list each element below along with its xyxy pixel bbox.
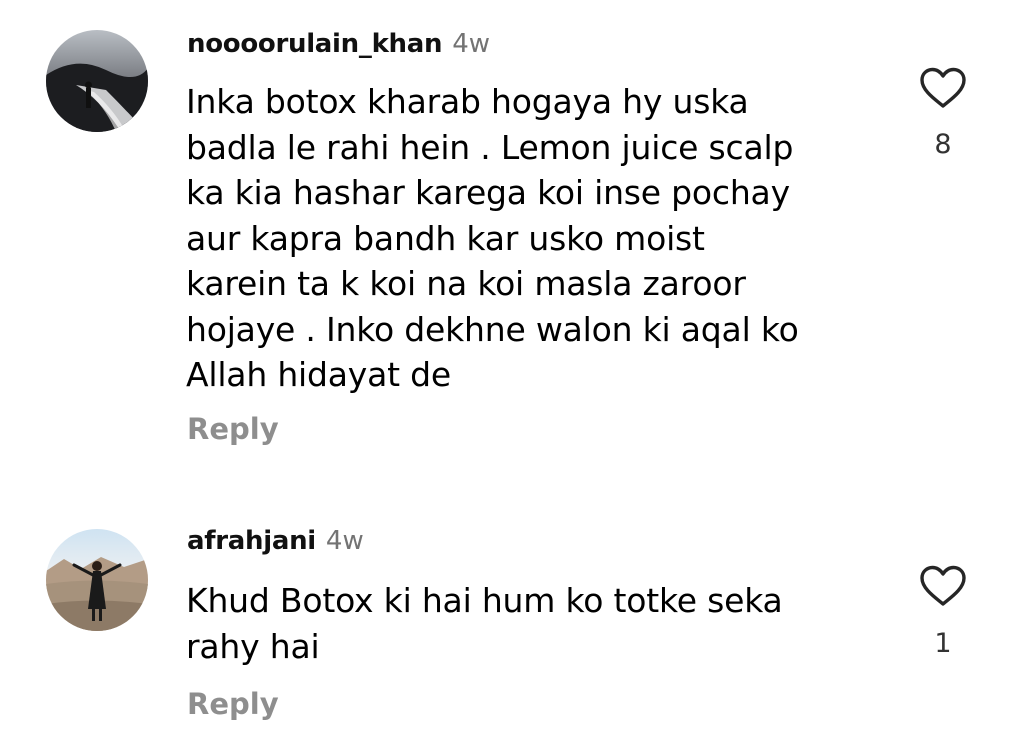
username[interactable]: noooorulain_khan	[187, 29, 443, 59]
reply-button[interactable]: Reply	[187, 686, 279, 722]
comment-item: noooorulain_khan 4w Inka botox kharab hog…	[0, 0, 1024, 480]
comment-line: ka kia hashar karega koi inse pochay	[186, 173, 790, 212]
like-button[interactable]	[918, 564, 968, 608]
timestamp: 4w	[325, 526, 364, 556]
comment-text: Inka botox kharab hogaya hy uska badla l…	[186, 79, 876, 398]
avatar-image	[46, 529, 148, 631]
comment-text: Khud Botox ki hai hum ko totke seka rahy…	[186, 578, 876, 669]
heart-outline-icon	[920, 67, 966, 108]
comment-line: aur kapra bandh kar usko moist	[186, 218, 705, 258]
like-count: 1	[934, 628, 952, 659]
comment-line: Khud Botox ki hai hum ko totke seka	[186, 581, 783, 620]
username[interactable]: afrahjani	[187, 526, 316, 556]
comment-line: badla le rahi hein . Lemon juice scalp	[186, 127, 794, 167]
like-count: 8	[934, 129, 952, 160]
comment-line: Inka botox kharab hogaya hy uska	[186, 82, 749, 121]
avatar-image	[46, 30, 148, 132]
comment-meta: afrahjani 4w	[187, 523, 364, 559]
like-button[interactable]	[918, 66, 968, 110]
reply-button[interactable]: Reply	[187, 411, 279, 447]
timestamp: 4w	[452, 29, 491, 59]
comment-line: hojaye . Inko dekhne walon ki aqal ko	[186, 309, 799, 349]
avatar[interactable]	[46, 529, 148, 631]
heart-outline-icon	[920, 565, 966, 606]
comment-line: rahy hai	[186, 626, 320, 666]
comment-meta: noooorulain_khan 4w	[187, 26, 490, 62]
comment-line: karein ta k koi na koi masla zaroor	[186, 264, 746, 303]
comment-item: afrahjani 4w Khud Botox ki hai hum ko tot…	[0, 480, 1024, 741]
comment-line: Allah hidayat de	[186, 355, 452, 394]
avatar[interactable]	[46, 30, 148, 132]
